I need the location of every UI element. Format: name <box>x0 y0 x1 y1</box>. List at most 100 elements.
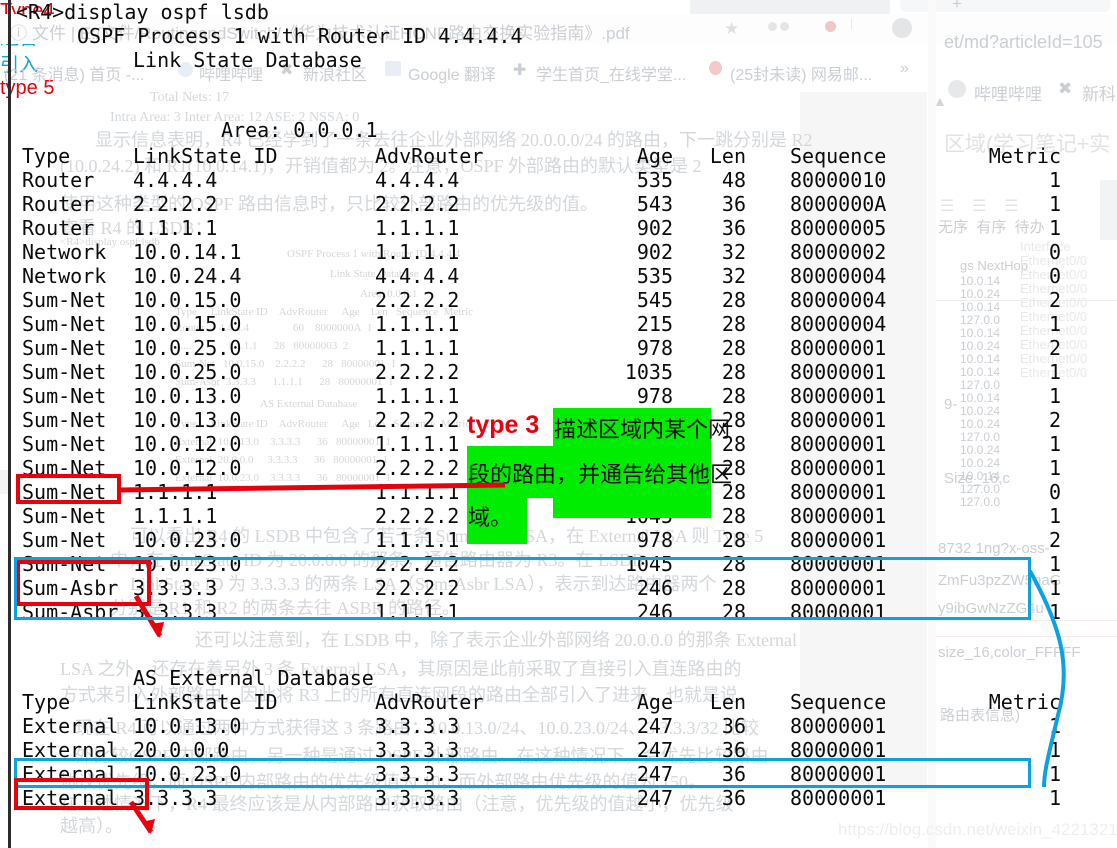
area-row-14-type: Sum-Net <box>22 504 107 528</box>
area-row-8-advrouter: 2.2.2.2 <box>375 360 460 384</box>
area-row-8-len: 28 <box>721 360 746 384</box>
area-row-4-metric: 0 <box>1048 264 1061 288</box>
area-row-1-type: Router <box>22 192 95 216</box>
area-row-15-type: Sum-Net <box>22 528 107 552</box>
area-row-11-linkstate-id: 10.0.12.0 <box>133 432 242 456</box>
area-row-11-type: Sum-Net <box>22 432 107 456</box>
ext-col-header-len: Len <box>709 690 746 714</box>
external-row-0-len: 36 <box>721 714 746 738</box>
console-prompt-line: <R4>display ospf lsdb <box>16 0 269 24</box>
annotation-red-arrow-type5 <box>128 800 155 834</box>
area-row-11-metric: 1 <box>1048 432 1061 456</box>
area-row-12-metric: 1 <box>1048 456 1061 480</box>
area-row-5-age: 545 <box>636 288 673 312</box>
screenshot-root: + ⓘ 文件 | E:/文件/RoutingandSwitch/《华为技术认证H… <box>0 0 1117 848</box>
area-row-3-sequence: 80000002 <box>790 240 887 264</box>
area-row-0-sequence: 80000010 <box>790 168 887 192</box>
area-row-3-linkstate-id: 10.0.14.1 <box>133 240 242 264</box>
watermark: https://blog.csdn.net/weixin_42213219 <box>838 820 1117 839</box>
area-row-7-sequence: 80000001 <box>790 336 887 360</box>
area-row-3-type: Network <box>22 240 107 264</box>
area-row-12-sequence: 80000001 <box>790 456 887 480</box>
area-row-8-metric: 1 <box>1048 360 1061 384</box>
col-header-adv: AdvRouter <box>375 144 484 168</box>
area-row-2-age: 902 <box>636 216 673 240</box>
area-row-6-advrouter: 1.1.1.1 <box>375 312 460 336</box>
area-row-15-metric: 2 <box>1048 528 1061 552</box>
area-row-10-type: Sum-Net <box>22 408 107 432</box>
area-row-14-linkstate-id: 1.1.1.1 <box>133 504 218 528</box>
area-row-10-sequence: 80000001 <box>790 408 887 432</box>
console-title-process: OSPF Process 1 with Router ID 4.4.4.4 <box>77 24 523 48</box>
area-row-8-linkstate-id: 10.0.25.0 <box>133 360 242 384</box>
external-row-3-len: 36 <box>721 786 746 810</box>
area-row-6-linkstate-id: 10.0.15.0 <box>133 312 242 336</box>
area-row-9-metric: 1 <box>1048 384 1061 408</box>
area-row-1-sequence: 8000000A <box>790 192 887 216</box>
area-row-0-len: 48 <box>721 168 746 192</box>
console-left-border <box>8 0 11 848</box>
area-row-7-len: 28 <box>721 336 746 360</box>
external-row-3-advrouter: 3.3.3.3 <box>375 786 460 810</box>
area-row-0-linkstate-id: 4.4.4.4 <box>133 168 218 192</box>
area-row-4-linkstate-id: 10.0.24.4 <box>133 264 242 288</box>
area-row-5-sequence: 80000004 <box>790 288 887 312</box>
area-row-4-type: Network <box>22 264 107 288</box>
area-row-9-advrouter: 1.1.1.1 <box>375 384 460 408</box>
area-row-0-metric: 1 <box>1048 168 1061 192</box>
annotation-blue-box-external <box>14 758 1031 788</box>
area-row-6-age: 215 <box>636 312 673 336</box>
area-row-15-sequence: 80000001 <box>790 528 887 552</box>
external-row-0-advrouter: 3.3.3.3 <box>375 714 460 738</box>
area-row-8-sequence: 80000001 <box>790 360 887 384</box>
area-row-7-metric: 2 <box>1048 336 1061 360</box>
area-row-10-advrouter: 2.2.2.2 <box>375 408 460 432</box>
area-row-4-sequence: 80000004 <box>790 264 887 288</box>
area-row-4-age: 535 <box>636 264 673 288</box>
annotation-type3-note-line1: 描述区域内某个网 <box>554 417 731 442</box>
area-row-7-advrouter: 1.1.1.1 <box>375 336 460 360</box>
area-row-10-metric: 2 <box>1048 408 1061 432</box>
area-row-3-age: 902 <box>636 240 673 264</box>
ext-col-header-lsid: LinkState ID <box>133 690 278 714</box>
ext-col-header-age: Age <box>636 690 673 714</box>
area-row-14-metric: 1 <box>1048 504 1061 528</box>
area-row-1-advrouter: 2.2.2.2 <box>375 192 460 216</box>
area-row-4-advrouter: 4.4.4.4 <box>375 264 460 288</box>
console-title-lsdb: Link State Database <box>133 48 362 72</box>
area-row-6-type: Sum-Net <box>22 312 107 336</box>
annotation-blue-box-sumasbr <box>14 557 1031 620</box>
col-header-metric: Metric <box>988 144 1061 168</box>
external-row-3-age: 247 <box>636 786 673 810</box>
ext-col-header-type: Type <box>22 690 71 714</box>
console-area-line: Area: 0.0.0.1 <box>221 118 378 142</box>
area-row-15-age: 978 <box>636 528 673 552</box>
external-row-0-sequence: 80000001 <box>790 714 887 738</box>
area-row-0-type: Router <box>22 168 95 192</box>
area-row-7-age: 978 <box>636 336 673 360</box>
area-row-14-len: 28 <box>721 504 746 528</box>
ext-col-header-sequence: Sequence <box>790 690 887 714</box>
area-row-9-len: 28 <box>721 384 746 408</box>
area-row-9-type: Sum-Net <box>22 384 107 408</box>
area-row-15-linkstate-id: 10.0.23.0 <box>133 528 242 552</box>
area-row-5-type: Sum-Net <box>22 288 107 312</box>
area-row-2-len: 36 <box>721 216 746 240</box>
external-row-0-age: 247 <box>636 714 673 738</box>
area-row-15-advrouter: 1.1.1.1 <box>375 528 460 552</box>
annotation-type3-label: type 3 <box>467 411 540 439</box>
area-row-2-linkstate-id: 1.1.1.1 <box>133 216 218 240</box>
area-row-6-metric: 1 <box>1048 312 1061 336</box>
area-row-5-len: 28 <box>721 288 746 312</box>
external-row-0-linkstate-id: 10.0.13.0 <box>133 714 242 738</box>
col-header-len: Len <box>709 144 746 168</box>
area-row-11-advrouter: 1.1.1.1 <box>375 432 460 456</box>
area-row-1-linkstate-id: 2.2.2.2 <box>133 192 218 216</box>
annotation-red-box-sumnet <box>16 474 121 504</box>
col-header-sequence: Sequence <box>790 144 887 168</box>
external-row-0-type: External <box>22 714 119 738</box>
area-row-2-type: Router <box>22 216 95 240</box>
area-row-5-linkstate-id: 10.0.15.0 <box>133 288 242 312</box>
area-row-11-sequence: 80000001 <box>790 432 887 456</box>
area-row-6-sequence: 80000004 <box>790 312 887 336</box>
